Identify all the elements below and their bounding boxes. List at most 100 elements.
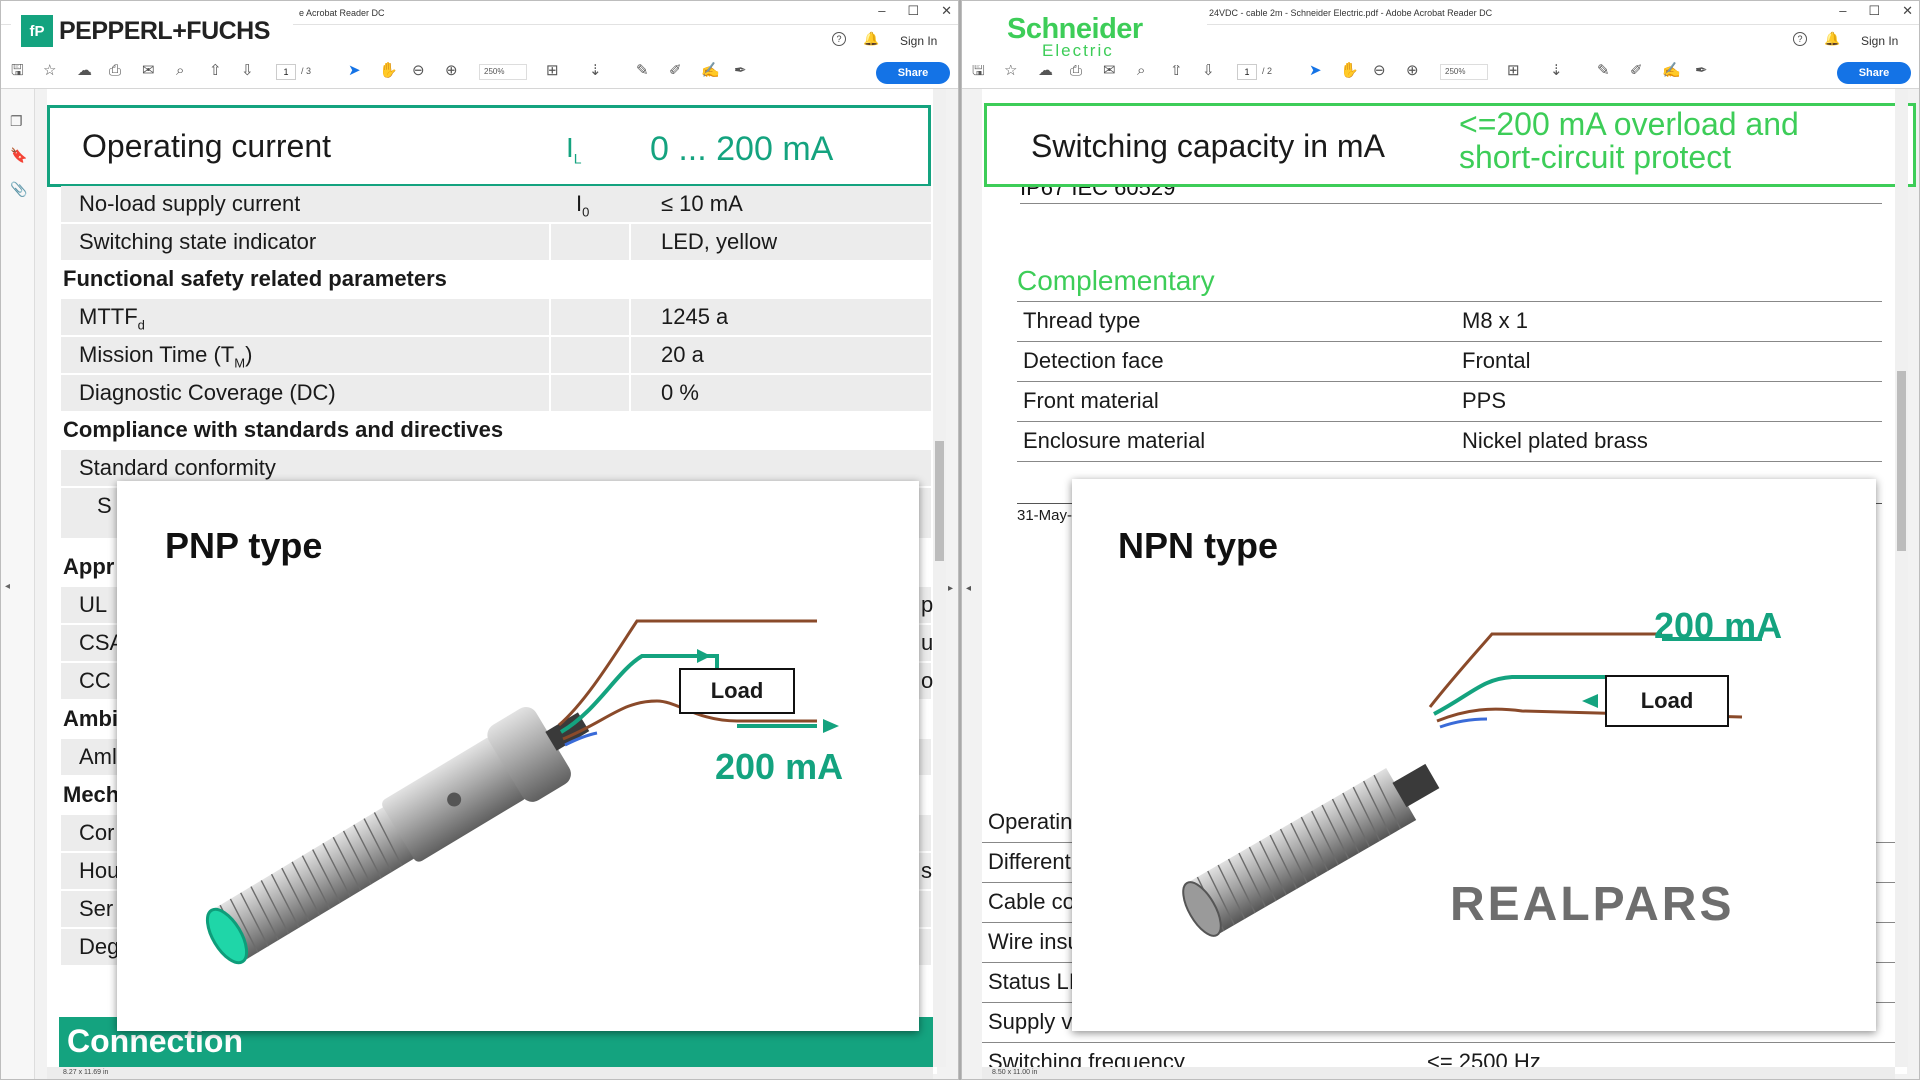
row-label: Cor	[79, 820, 115, 845]
row-label: Detection face	[1023, 348, 1164, 373]
page-fit-icon[interactable]: ⊞	[1507, 62, 1520, 80]
save-icon[interactable]: 🖫	[11, 62, 24, 80]
close-icon[interactable]: ✕	[941, 3, 952, 19]
email-icon[interactable]: ✉	[142, 62, 155, 80]
scroll-mode-icon[interactable]: ⇣	[589, 62, 602, 80]
zoom-in-icon[interactable]: ⊕	[445, 62, 458, 80]
load-box: Load	[679, 668, 795, 714]
maximize-icon[interactable]: ☐	[1868, 3, 1880, 19]
select-cursor-icon[interactable]: ➤	[348, 62, 361, 80]
row-value: M8 x 1	[1462, 308, 1529, 333]
highlight-symbol: IL	[566, 132, 582, 167]
comment-icon[interactable]: ✎	[636, 62, 649, 80]
help-icon[interactable]: ?	[1793, 32, 1807, 46]
maximize-icon[interactable]: ☐	[907, 3, 919, 19]
highlight-value: <=200 mA overload and short-circuit prote…	[1459, 106, 1799, 175]
zoom-out-icon[interactable]: ⊖	[412, 62, 425, 80]
comment-icon[interactable]: ✎	[1597, 62, 1610, 80]
print-icon[interactable]: ⎙	[109, 62, 121, 80]
table-row: Detection face Frontal	[1017, 342, 1882, 382]
zoom-out-icon[interactable]: ⊖	[1373, 62, 1386, 80]
row-label: Diagnostic Coverage (DC)	[79, 380, 336, 405]
current-arrow-icon	[1582, 694, 1598, 708]
hand-tool-icon[interactable]: ✋	[379, 62, 398, 80]
row-value: 1245 a	[661, 304, 729, 329]
page-number-input[interactable]: 1	[1237, 64, 1257, 80]
section-heading: Mech	[63, 782, 120, 807]
fill-sign-icon[interactable]: ✒	[734, 62, 747, 80]
collapse-pane-arrow-icon[interactable]: ◂	[966, 583, 971, 594]
row-label: Ser	[79, 896, 114, 921]
horizontal-scrollbar[interactable]: 8.27 x 11.69 in	[47, 1067, 933, 1079]
close-icon[interactable]: ✕	[1902, 3, 1913, 19]
minimize-icon[interactable]: –	[878, 3, 885, 19]
row-label: Thread type	[1023, 308, 1141, 333]
notifications-bell-icon[interactable]: 🔔	[1824, 31, 1840, 47]
section-heading: Functional safety related parameters	[63, 266, 447, 291]
page-number-input[interactable]: 1	[276, 64, 296, 80]
pf-logo-mark: fP	[21, 15, 53, 47]
find-search-icon[interactable]: ⌕	[176, 62, 184, 80]
row-value: LED, yellow	[661, 229, 778, 254]
share-button[interactable]: Share	[1837, 62, 1911, 84]
row-label: Operatin	[988, 809, 1073, 834]
row-label: UL	[79, 592, 108, 617]
npn-sensor	[1182, 763, 1440, 937]
left-acrobat-window: e Acrobat Reader DC – ☐ ✕ ? 🔔 Sign In 🖫 …	[0, 0, 959, 1080]
zoom-in-icon[interactable]: ⊕	[1406, 62, 1419, 80]
notifications-bell-icon[interactable]: 🔔	[863, 31, 879, 47]
right-acrobat-window: 24VDC - cable 2m - Schneider Electric.pd…	[961, 0, 1920, 1080]
load-box: Load	[1605, 675, 1729, 727]
page-fit-icon[interactable]: ⊞	[546, 62, 559, 80]
pepperl-fuchs-logo: fP PEPPERL+FUCHS	[11, 7, 293, 55]
zoom-level-select[interactable]: 250%	[479, 64, 527, 80]
npn-wiring-diagram	[1182, 632, 1762, 937]
minimize-icon[interactable]: –	[1839, 3, 1846, 19]
pages-thumbnail-icon[interactable]: ❐	[10, 113, 23, 130]
scrollbar-thumb[interactable]	[935, 441, 944, 561]
row-value: Nickel plated brass	[1462, 428, 1648, 453]
table-row: No-load supply current I0 ≤ 10 mA	[61, 186, 931, 222]
table-row: Thread type M8 x 1	[1017, 302, 1882, 342]
row-value: 20 a	[661, 342, 704, 367]
scroll-mode-icon[interactable]: ⇣	[1550, 62, 1563, 80]
draw-icon[interactable]: ✍	[1662, 62, 1681, 80]
highlight-icon[interactable]: ✐	[669, 62, 682, 80]
vertical-scrollbar[interactable]	[933, 89, 946, 1067]
zoom-level-select[interactable]: 250%	[1440, 64, 1488, 80]
page-up-icon[interactable]: ⇧	[209, 62, 222, 80]
row-value: 0 %	[661, 380, 699, 405]
page-down-icon[interactable]: ⇩	[241, 62, 254, 80]
scrollbar-thumb[interactable]	[1897, 371, 1906, 551]
row-label: S	[97, 493, 112, 518]
table-row: Front material PPS	[1017, 382, 1882, 422]
share-button[interactable]: Share	[876, 62, 950, 84]
pf-logo-text: PEPPERL+FUCHS	[59, 16, 270, 45]
help-icon[interactable]: ?	[832, 32, 846, 46]
table-row: Enclosure material Nickel plated brass	[1017, 422, 1882, 462]
hand-tool-icon[interactable]: ✋	[1340, 62, 1359, 80]
highlight-icon[interactable]: ✐	[1630, 62, 1643, 80]
bookmarks-icon[interactable]: 🔖	[10, 147, 27, 164]
upload-cloud-icon[interactable]: ☁	[77, 62, 92, 80]
row-value: PPS	[1462, 388, 1507, 413]
black-output-wire	[559, 654, 682, 734]
highlight-label: Switching capacity in mA	[1031, 128, 1385, 164]
pnp-diagram-slide: PNP type Load 200 mA	[117, 481, 919, 1031]
table-row: Mission Time (TM) 20 a	[61, 337, 931, 373]
blue-wire	[1439, 717, 1488, 729]
vertical-scrollbar[interactable]	[1895, 89, 1908, 1067]
sign-in-link[interactable]: Sign In	[900, 34, 937, 48]
select-cursor-icon[interactable]: ➤	[1309, 62, 1322, 80]
horizontal-scrollbar[interactable]: 8.50 x 11.00 in	[982, 1067, 1895, 1079]
draw-icon[interactable]: ✍	[701, 62, 720, 80]
row-value: Frontal	[1462, 348, 1531, 373]
fill-sign-icon[interactable]: ✒	[1695, 62, 1708, 80]
row-label: Cable co	[988, 889, 1075, 914]
bookmark-star-icon[interactable]: ☆	[43, 62, 56, 80]
sign-in-link[interactable]: Sign In	[1861, 34, 1898, 48]
row-label: Enclosure material	[1023, 428, 1206, 453]
attachments-icon[interactable]: 📎	[10, 181, 27, 198]
collapse-pane-arrow-icon[interactable]: ◂	[5, 581, 10, 592]
expand-pane-arrow-icon[interactable]: ▸	[948, 583, 953, 594]
